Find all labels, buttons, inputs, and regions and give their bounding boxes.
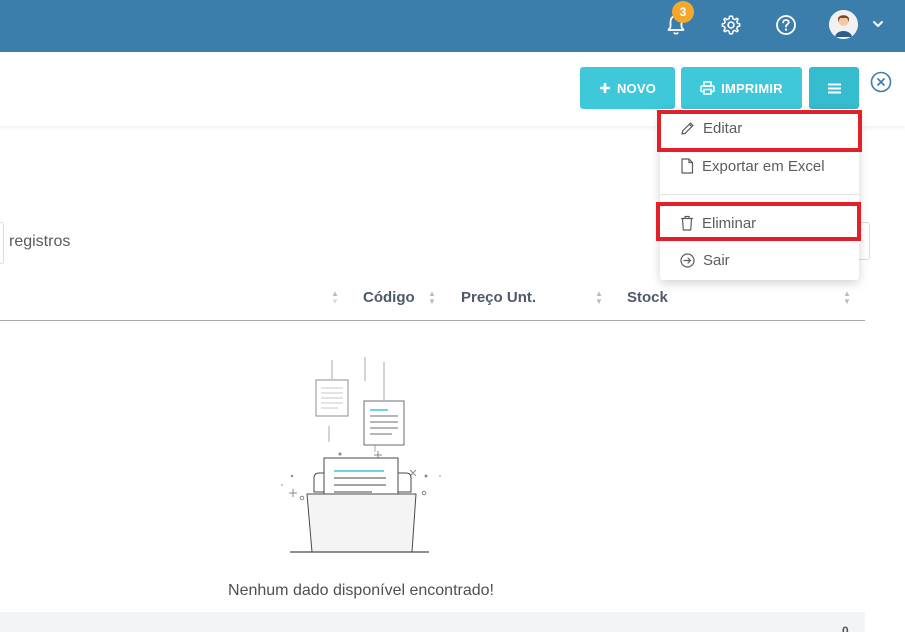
empty-state-message: Nenhum dado disponível encontrado! bbox=[228, 582, 494, 599]
column-stock[interactable]: Stock bbox=[627, 289, 668, 306]
new-button[interactable]: NOVO bbox=[580, 67, 675, 109]
file-icon bbox=[681, 158, 694, 174]
hamburger-icon bbox=[827, 83, 841, 93]
menu-item-export-excel[interactable]: Exportar em Excel bbox=[660, 148, 859, 184]
print-button[interactable]: IMPRIMIR bbox=[681, 67, 802, 109]
highlight-edit bbox=[657, 110, 862, 152]
empty-folder-illustration bbox=[281, 357, 441, 553]
page-length-suffix: registros bbox=[9, 233, 71, 250]
new-button-label: NOVO bbox=[616, 80, 657, 96]
sort-icon[interactable]: ▲ ▼ bbox=[595, 290, 603, 306]
column-codigo[interactable]: Código bbox=[363, 289, 415, 306]
printer-icon bbox=[700, 81, 715, 95]
gear-icon[interactable] bbox=[716, 10, 746, 40]
menu-divider bbox=[660, 194, 859, 195]
menu-button[interactable] bbox=[809, 67, 859, 109]
highlight-delete bbox=[656, 202, 861, 241]
sort-icon[interactable]: ▲ ▼ bbox=[843, 290, 851, 306]
print-button-label: IMPRIMIR bbox=[721, 80, 783, 96]
page-length-select[interactable] bbox=[0, 222, 4, 264]
arrow-right-circle-icon bbox=[680, 252, 695, 268]
menu-item-label: Exportar em Excel bbox=[702, 157, 825, 175]
menu-item-label: Sair bbox=[703, 251, 730, 269]
sort-icon[interactable]: ▲ ▼ bbox=[331, 290, 339, 306]
close-icon[interactable] bbox=[870, 71, 892, 93]
notification-badge: 3 bbox=[672, 1, 694, 23]
sort-icon[interactable]: ▲ ▼ bbox=[428, 290, 436, 306]
top-bar bbox=[0, 0, 905, 52]
footer-value: 0 bbox=[842, 624, 849, 632]
table-header-divider bbox=[0, 320, 865, 321]
plus-icon bbox=[599, 83, 610, 93]
column-preco[interactable]: Preço Unt. bbox=[461, 289, 536, 306]
menu-item-exit[interactable]: Sair bbox=[660, 242, 859, 278]
avatar[interactable] bbox=[829, 10, 858, 39]
table-footer bbox=[0, 612, 865, 632]
chevron-down-icon[interactable] bbox=[870, 16, 886, 32]
help-icon[interactable] bbox=[771, 10, 801, 40]
